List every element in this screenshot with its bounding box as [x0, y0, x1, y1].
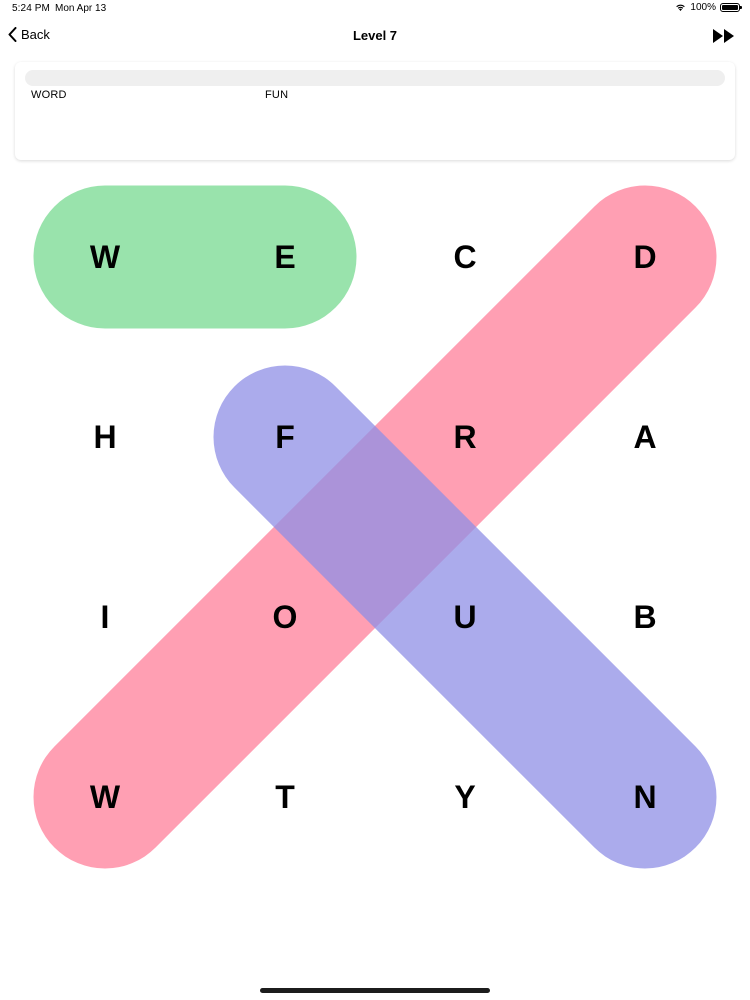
grid-cell-r3-c2[interactable]: Y: [454, 779, 475, 815]
grid-cell-r1-c2[interactable]: R: [453, 419, 476, 455]
grid-cell-r3-c0[interactable]: W: [90, 779, 121, 815]
grid-cell-r3-c1[interactable]: T: [275, 779, 295, 815]
grid-cell-r0-c3[interactable]: D: [633, 239, 656, 275]
grid-cell-r1-c3[interactable]: A: [633, 419, 656, 455]
grid-cell-r0-c1[interactable]: E: [274, 239, 295, 275]
grid-cell-r2-c2[interactable]: U: [453, 599, 476, 635]
grid-cell-r1-c1[interactable]: F: [275, 419, 295, 455]
highlight-layer: [33, 185, 717, 869]
word-search-screen: 5:24 PM Mon Apr 13 100% Back Level 7 WOR…: [0, 0, 750, 1000]
grid-cell-r2-c1[interactable]: O: [273, 599, 298, 635]
grid-cell-r2-c3[interactable]: B: [633, 599, 656, 635]
grid-cell-r1-c0[interactable]: H: [93, 419, 116, 455]
grid-cell-r3-c3[interactable]: N: [633, 779, 656, 815]
letter-grid[interactable]: W E C D H F R A I O U B W T Y N: [0, 0, 750, 1000]
grid-cell-r0-c2[interactable]: C: [453, 239, 476, 275]
grid-cell-r2-c0[interactable]: I: [101, 599, 110, 635]
grid-cell-r0-c0[interactable]: W: [90, 239, 121, 275]
home-indicator: [260, 988, 490, 993]
